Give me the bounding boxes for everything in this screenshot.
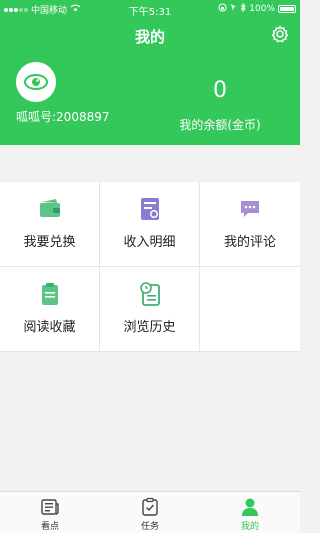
page-title: 我的 (134, 28, 165, 46)
status-bar: 中国移动 下午5:31 100% (0, 0, 300, 18)
comment-icon (238, 197, 262, 221)
history-icon (138, 282, 162, 306)
tab-label: 我的 (240, 522, 259, 532)
menu-item-label: 阅读收藏 (23, 320, 76, 335)
menu-item-label: 浏览历史 (123, 320, 176, 335)
menu-item-reading-favorites[interactable]: 阅读收藏 (0, 267, 100, 352)
lock-rotation-icon (218, 3, 227, 15)
bluetooth-icon (240, 2, 246, 15)
location-icon (230, 3, 237, 15)
status-right: 100% (218, 2, 296, 15)
menu-item-my-comments[interactable]: 我的评论 (200, 182, 300, 267)
avatar[interactable] (16, 62, 56, 102)
menu-item-exchange[interactable]: 我要兑换 (0, 182, 100, 267)
tab-label: 看点 (40, 522, 59, 532)
menu-item-label: 我要兑换 (23, 235, 76, 250)
balance-label[interactable]: 我的余额(金币) (160, 116, 280, 133)
income-detail-icon (138, 197, 162, 221)
tab-label: 任务 (140, 522, 159, 532)
tab-news[interactable]: 看点 (0, 492, 100, 533)
eye-avatar-icon (24, 74, 48, 90)
menu-item-label: 我的评论 (223, 235, 276, 250)
bottom-tab-bar: 看点 任务 我的 (0, 491, 300, 533)
bookmark-icon (38, 282, 62, 306)
balance-value[interactable]: 0 (170, 78, 270, 103)
battery-percent: 100% (249, 4, 275, 14)
profile-icon (242, 498, 258, 516)
wallet-icon (38, 197, 62, 221)
tab-tasks[interactable]: 任务 (100, 492, 200, 533)
menu-item-income-detail[interactable]: 收入明细 (100, 182, 200, 267)
profile-header: 我的 呱呱号:2008897 0 我的余额(金币) (0, 18, 300, 145)
battery-icon (278, 5, 296, 13)
tab-profile[interactable]: 我的 (200, 492, 300, 533)
menu-grid: 我要兑换 收入明细 我的评论 阅读收藏 浏览历史 (0, 182, 300, 352)
user-id: 呱呱号:2008897 (16, 110, 110, 124)
task-icon (142, 497, 158, 516)
menu-item-browse-history[interactable]: 浏览历史 (100, 267, 200, 352)
settings-gear-icon[interactable] (270, 24, 290, 44)
news-icon (41, 499, 59, 515)
menu-item-label: 收入明细 (123, 235, 176, 250)
menu-empty-cell (200, 267, 300, 352)
